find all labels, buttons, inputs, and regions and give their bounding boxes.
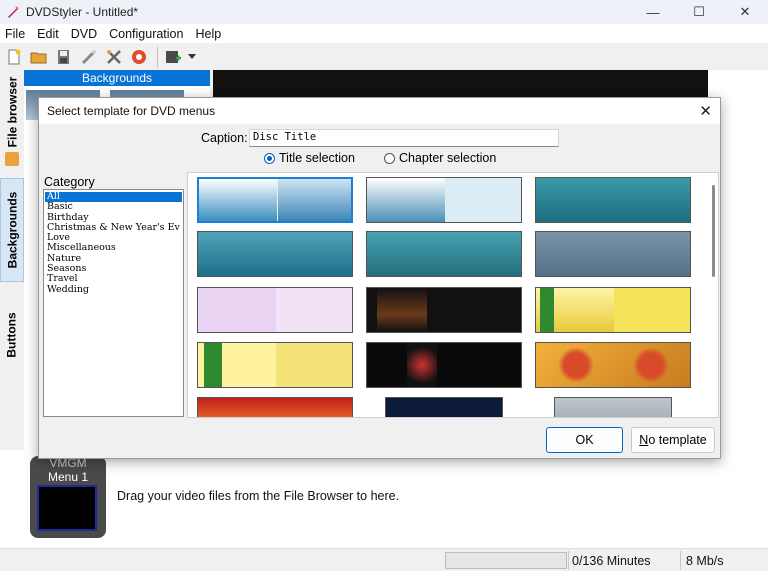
open-folder-icon[interactable] [28,46,50,68]
menu-help[interactable]: Help [189,27,227,41]
template-thumbnail[interactable] [366,177,522,223]
radio-selected-icon [264,152,275,164]
menu-edit[interactable]: Edit [31,27,65,41]
caption-input[interactable]: Disc Title [249,129,559,147]
tab-buttons-label: Buttons [5,312,20,358]
menu-label: Menu 1 [47,470,89,484]
menu-configuration[interactable]: Configuration [103,27,189,41]
template-thumbnail[interactable] [554,397,672,417]
titleset-manager: VMGM Menu 1 Drag your video files from t… [0,450,768,548]
status-bar: 0/136 Minutes 8 Mb/s [0,548,768,571]
tab-buttons[interactable]: Buttons [0,300,24,370]
title-selection-label: Title selection [279,151,355,165]
new-file-icon[interactable] [3,46,25,68]
magic-wand-icon[interactable] [78,46,100,68]
side-tabs: File browser Backgrounds Buttons [0,70,24,450]
no-template-label: o template [648,433,707,447]
status-separator [568,551,569,570]
template-thumbnail[interactable] [197,231,353,277]
template-scrollbar[interactable] [712,185,715,277]
vmgm-menu-item[interactable]: VMGM Menu 1 [30,456,106,538]
settings-tools-icon[interactable] [103,46,125,68]
title-bar: DVDStyler - Untitled* — ☐ ✕ [0,0,768,24]
no-template-mnemonic: N [639,433,649,447]
ok-button[interactable]: OK [546,427,623,453]
tab-backgrounds[interactable]: Backgrounds [0,178,24,282]
dialog-close-icon[interactable]: ✕ [699,102,712,120]
save-icon[interactable] [53,46,75,68]
burn-disc-icon[interactable] [128,46,150,68]
menu-file[interactable]: File [0,27,31,41]
category-list[interactable]: All Basic Birthday Christmas & New Year'… [43,189,184,417]
template-thumbnail[interactable] [535,231,691,277]
tab-file-browser[interactable]: File browser [0,70,24,154]
maximize-button[interactable]: ☐ [676,0,722,24]
chapter-selection-label: Chapter selection [399,151,497,165]
close-button[interactable]: ✕ [722,0,768,24]
drop-hint-text: Drag your video files from the File Brow… [117,489,400,503]
dialog-title-bar: Select template for DVD menus ✕ [39,98,720,124]
backgrounds-header: Backgrounds [24,70,210,86]
dialog-title: Select template for DVD menus [47,104,216,118]
menu-bar: File Edit DVD Configuration Help [0,24,768,43]
template-thumbnail[interactable] [366,287,522,333]
tab-file-browser-label: File browser [5,76,19,148]
caption-label: Caption: [201,131,248,145]
disc-usage-progress-bar [445,552,567,569]
chapter-selection-radio[interactable]: Chapter selection [384,151,496,165]
tab-backgrounds-label: Backgrounds [5,191,19,269]
duration-status: 0/136 Minutes [572,554,651,568]
minimize-button[interactable]: — [630,0,676,24]
template-thumbnail[interactable] [197,287,353,333]
dropdown-arrow-icon[interactable] [187,46,197,68]
template-thumbnail[interactable] [197,177,353,223]
dvdstyler-app-icon [8,6,19,18]
template-thumbnail[interactable] [535,342,691,388]
select-template-dialog: Select template for DVD menus ✕ Caption:… [38,97,721,459]
template-thumbnail[interactable] [385,397,503,417]
folder-icon [5,152,19,166]
menu-dvd[interactable]: DVD [65,27,103,41]
category-item-wedding[interactable]: Wedding [45,284,182,295]
toolbar [0,43,768,70]
add-file-icon[interactable] [162,46,184,68]
window-title: DVDStyler - Untitled* [26,5,139,19]
menu-preview-thumbnail [37,485,97,531]
toolbar-separator [157,46,158,67]
radio-unselected-icon [384,152,395,164]
template-thumbnail[interactable] [366,342,522,388]
template-gallery [187,172,719,418]
title-selection-radio[interactable]: Title selection [264,151,355,165]
template-thumbnail[interactable] [197,397,353,417]
template-thumbnail[interactable] [535,177,691,223]
category-label: Category [44,175,95,189]
template-thumbnail[interactable] [366,231,522,277]
template-thumbnail[interactable] [197,342,353,388]
no-template-button[interactable]: No template [631,427,715,453]
bitrate-status: 8 Mb/s [686,554,724,568]
template-thumbnail[interactable] [535,287,691,333]
status-separator [680,551,681,570]
